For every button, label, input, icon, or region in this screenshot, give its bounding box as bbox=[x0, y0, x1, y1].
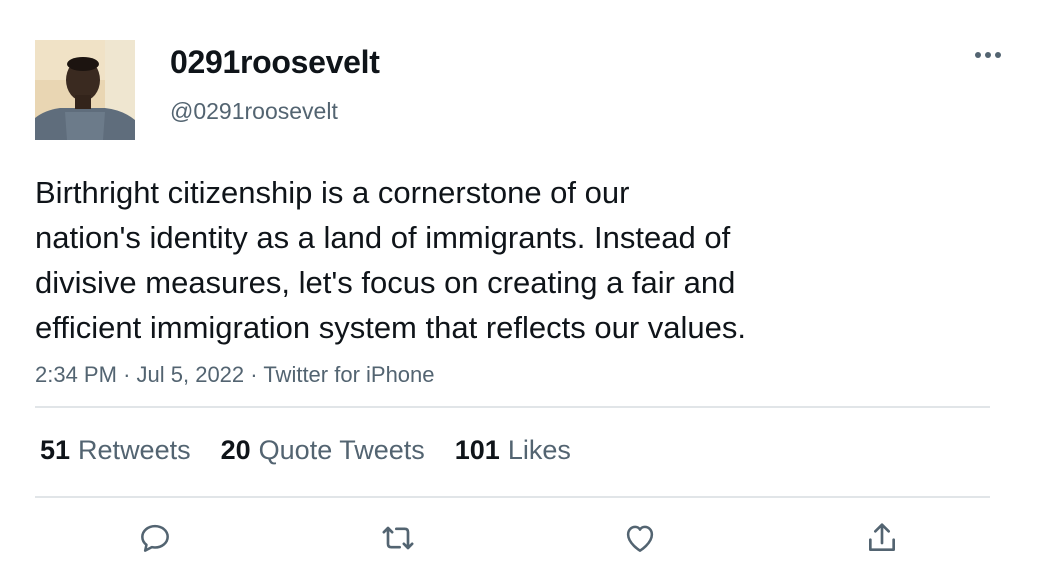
tweet-text: Birthright citizenship is a cornerstone … bbox=[35, 170, 935, 350]
retweets-count: 51 bbox=[40, 435, 71, 465]
retweets-label: Retweets bbox=[78, 435, 191, 465]
tweet-text-line: efficient immigration system that reflec… bbox=[35, 310, 746, 345]
divider bbox=[35, 406, 990, 408]
likes-count: 101 bbox=[454, 435, 500, 465]
quote-tweets-count: 20 bbox=[220, 435, 251, 465]
retweets-stat[interactable]: 51 Retweets bbox=[40, 432, 191, 468]
meta-separator: · bbox=[250, 362, 258, 387]
tweet-source[interactable]: Twitter for iPhone bbox=[263, 362, 434, 387]
tweet-text-line: Birthright citizenship is a cornerstone … bbox=[35, 175, 630, 210]
reply-button[interactable] bbox=[135, 518, 175, 558]
reply-icon bbox=[141, 524, 169, 552]
tweet-text-line: divisive measures, let's focus on creati… bbox=[35, 265, 736, 300]
tweet-time[interactable]: 2:34 PM bbox=[35, 362, 117, 387]
tweet-text-line: nation's identity as a land of immigrant… bbox=[35, 220, 731, 255]
likes-stat[interactable]: 101 Likes bbox=[455, 432, 571, 468]
retweet-icon bbox=[382, 526, 414, 550]
quote-tweets-stat[interactable]: 20 Quote Tweets bbox=[221, 432, 425, 468]
like-icon bbox=[626, 525, 654, 552]
like-button[interactable] bbox=[620, 518, 660, 558]
share-icon bbox=[869, 523, 895, 551]
engagement-stats: 51 Retweets 20 Quote Tweets 101 Likes bbox=[40, 432, 601, 468]
display-name[interactable]: 0291roosevelt bbox=[170, 42, 380, 82]
quote-tweets-label: Quote Tweets bbox=[258, 435, 425, 465]
meta-separator: · bbox=[123, 362, 131, 387]
avatar-photo bbox=[35, 40, 135, 140]
tweet-meta: 2:34 PM · Jul 5, 2022 · Twitter for iPho… bbox=[35, 360, 435, 390]
avatar[interactable] bbox=[35, 40, 135, 140]
likes-label: Likes bbox=[507, 435, 571, 465]
share-button[interactable] bbox=[862, 518, 902, 558]
divider bbox=[35, 496, 990, 498]
tweet-date[interactable]: Jul 5, 2022 bbox=[137, 362, 245, 387]
retweet-button[interactable] bbox=[378, 518, 418, 558]
user-handle[interactable]: @0291roosevelt bbox=[170, 96, 338, 126]
more-options-icon[interactable] bbox=[968, 40, 1008, 70]
